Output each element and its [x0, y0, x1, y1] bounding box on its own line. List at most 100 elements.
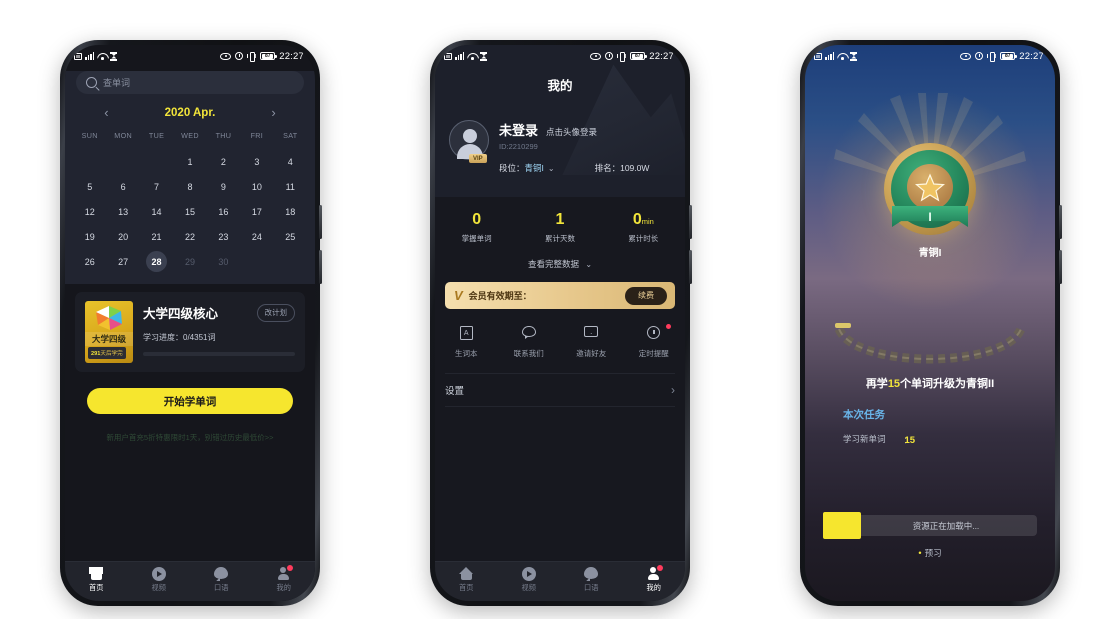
book-cover-tag-days: 291	[91, 351, 101, 357]
preview-indicator[interactable]: • 预习	[805, 547, 1055, 559]
calendar-day-10[interactable]: 10	[240, 174, 273, 199]
calendar-weekday-sat: SAT	[283, 131, 298, 140]
bottom-tab-bar: 首页 视频 口语 我的	[435, 561, 685, 601]
calendar-week-row: 1234	[73, 149, 307, 174]
search-bar[interactable]: 查单词	[76, 71, 304, 94]
volume-down-button[interactable]	[1059, 250, 1062, 284]
tab-chat[interactable]: 口语	[190, 566, 253, 593]
user-icon-glyph	[277, 567, 291, 581]
user-name-row: 未登录 点击头像登录	[499, 120, 685, 139]
calendar-day-4[interactable]: 4	[274, 149, 307, 174]
calendar-day-24[interactable]: 24	[240, 224, 273, 249]
login-hint[interactable]: 点击头像登录	[546, 126, 597, 138]
calendar-day-9[interactable]: 9	[207, 174, 240, 199]
calendar-day-14[interactable]: 14	[140, 199, 173, 224]
volume-down-button[interactable]	[319, 250, 322, 284]
calendar-day-12[interactable]: 12	[73, 199, 106, 224]
task-row: 学习新单词 ： 15	[843, 430, 915, 448]
calendar-day-26[interactable]: 26	[73, 249, 106, 274]
calendar-day-19[interactable]: 19	[73, 224, 106, 249]
status-bar: 87 22:27	[435, 45, 685, 67]
preview-label: 预习	[924, 548, 942, 558]
eye-protection-icon	[590, 52, 602, 60]
change-plan-button[interactable]: 改计划	[256, 303, 295, 322]
eye-protection-icon	[220, 52, 232, 60]
volume-up-button[interactable]	[319, 205, 322, 239]
calendar-day-17[interactable]: 17	[240, 199, 273, 224]
calendar-day-29[interactable]: 29	[173, 249, 206, 274]
status-bar-right: 87 22:27	[590, 51, 674, 62]
calendar-day-23[interactable]: 23	[207, 224, 240, 249]
renew-button[interactable]: 续费	[625, 286, 667, 305]
view-full-data-button[interactable]: 查看完整数据 ⌄	[435, 244, 685, 282]
signal-icon	[85, 52, 95, 60]
volume-down-button[interactable]	[689, 250, 692, 284]
promo-banner-text[interactable]: 新用户首充5折特惠限时1天，别错过历史最低价>>	[65, 432, 315, 443]
tab-video[interactable]: 视频	[498, 566, 561, 593]
settings-label: 设置	[445, 386, 465, 397]
calendar-day-15[interactable]: 15	[173, 199, 206, 224]
search-icon	[86, 77, 97, 88]
calendar-day-11[interactable]: 11	[274, 174, 307, 199]
calendar-day-7[interactable]: 7	[140, 174, 173, 199]
calendar-next-month-button[interactable]: ›	[271, 106, 275, 119]
stat-value: 1	[555, 211, 565, 228]
page-title: 我的	[547, 79, 573, 93]
quick-action-label: 定时提醒	[638, 349, 669, 358]
calendar-day-5[interactable]: 5	[73, 174, 106, 199]
calendar-day-25[interactable]: 25	[274, 224, 307, 249]
status-bar-right: 87 22:27	[960, 51, 1044, 62]
calendar-day-8[interactable]: 8	[173, 174, 206, 199]
user-icon	[646, 566, 661, 580]
tab-label: 我的	[276, 583, 291, 592]
tab-video[interactable]: 视频	[128, 566, 191, 593]
vibrate-icon	[247, 52, 256, 62]
tab-user[interactable]: 我的	[623, 565, 686, 593]
start-learning-button[interactable]: 开始学单词	[87, 388, 293, 414]
quick-action-invite[interactable]: 邀请好友	[560, 326, 623, 359]
calendar-prev-month-button[interactable]: ‹	[104, 106, 108, 119]
vip-banner[interactable]: V 会员有效期至： 续费	[445, 282, 675, 309]
calendar-day-1[interactable]: 1	[173, 149, 206, 174]
avatar-wrap[interactable]: VIP	[449, 120, 489, 163]
tab-user[interactable]: 我的	[253, 565, 316, 593]
home-icon-glyph	[89, 567, 104, 580]
calendar-day-2[interactable]: 2	[207, 149, 240, 174]
tab-chat[interactable]: 口语	[560, 566, 623, 593]
message-icon	[521, 326, 536, 341]
calendar-day-30[interactable]: 30	[207, 249, 240, 274]
view-full-data-label: 查看完整数据	[527, 259, 579, 269]
calendar-day-3[interactable]: 3	[240, 149, 273, 174]
calendar-day-21[interactable]: 21	[140, 224, 173, 249]
calendar-day-20[interactable]: 20	[106, 224, 139, 249]
home-body: 大学四级 291天后学完 大学四级核心 改计划 学习进度：0/4351词 开始学…	[65, 284, 315, 601]
upgrade-suffix: 个单词升级为青铜II	[900, 378, 995, 390]
invite-icon-glyph	[584, 326, 599, 337]
notification-badge	[666, 324, 671, 329]
quick-action-book[interactable]: A 生词本	[435, 326, 498, 359]
calendar-day-28[interactable]: 28	[140, 249, 173, 274]
calendar-day-13[interactable]: 13	[106, 199, 139, 224]
calendar-day-16[interactable]: 16	[207, 199, 240, 224]
upgrade-count: 15	[887, 378, 901, 390]
sim-icon	[814, 52, 822, 60]
status-bar: 87 22:27	[805, 45, 1055, 67]
rank-tier[interactable]: 段位：青铜I ⌄	[499, 162, 555, 174]
calendar-day-27[interactable]: 27	[106, 249, 139, 274]
volume-up-button[interactable]	[1059, 205, 1062, 239]
vip-mark-icon: V	[454, 288, 463, 303]
calendar-day-22[interactable]: 22	[173, 224, 206, 249]
calendar-day-18[interactable]: 18	[274, 199, 307, 224]
study-plan-card[interactable]: 大学四级 291天后学完 大学四级核心 改计划 学习进度：0/4351词	[75, 292, 305, 372]
calendar-day-6[interactable]: 6	[106, 174, 139, 199]
calendar-week-row: 5 6 7 8 9 10 11	[73, 174, 307, 199]
settings-row[interactable]: 设置 ›	[445, 373, 675, 407]
wifi-icon	[467, 52, 477, 60]
tab-home[interactable]: 首页	[435, 566, 498, 593]
quick-action-message[interactable]: 联系我们	[498, 326, 561, 359]
video-icon-glyph	[521, 567, 536, 581]
volume-up-button[interactable]	[689, 205, 692, 239]
quick-action-clock[interactable]: 定时提醒	[623, 324, 686, 359]
tab-label: 视频	[151, 583, 166, 592]
tab-home[interactable]: 首页	[65, 566, 128, 593]
